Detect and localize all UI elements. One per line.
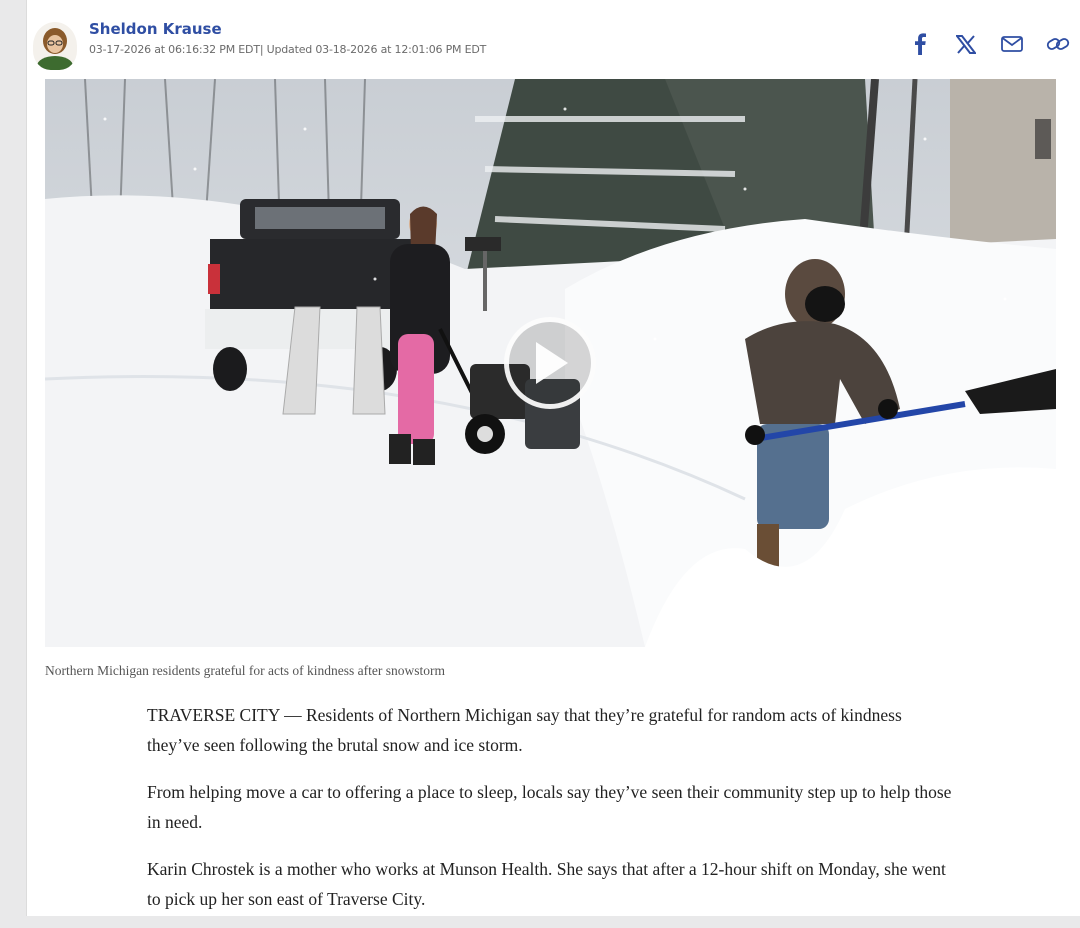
x-icon[interactable] bbox=[952, 30, 980, 58]
email-icon[interactable] bbox=[998, 30, 1026, 58]
article-card: Sheldon Krause 03-17-2026 at 06:16:32 PM… bbox=[26, 0, 1080, 916]
play-icon bbox=[536, 342, 568, 384]
publish-timestamp: 03-17-2026 at 06:16:32 PM EDT| Updated 0… bbox=[89, 43, 487, 56]
author-name[interactable]: Sheldon Krause bbox=[89, 20, 222, 38]
author-avatar[interactable] bbox=[33, 22, 77, 70]
page-bottom-edge bbox=[0, 916, 1080, 928]
article-paragraph: From helping move a car to offering a pl… bbox=[147, 782, 952, 832]
article-body: TRAVERSE CITY — Residents of Northern Mi… bbox=[147, 700, 957, 928]
byline: Sheldon Krause 03-17-2026 at 06:16:32 PM… bbox=[27, 0, 1080, 78]
link-icon[interactable] bbox=[1044, 30, 1072, 58]
article-paragraph: Karin Chrostek is a mother who works at … bbox=[147, 859, 946, 909]
play-button[interactable] bbox=[504, 317, 596, 409]
article-paragraph: TRAVERSE CITY — Residents of Northern Mi… bbox=[147, 705, 902, 755]
facebook-icon[interactable] bbox=[906, 30, 934, 58]
video-player[interactable] bbox=[45, 79, 1056, 647]
share-bar bbox=[906, 30, 1072, 58]
video-caption: Northern Michigan residents grateful for… bbox=[45, 663, 446, 678]
